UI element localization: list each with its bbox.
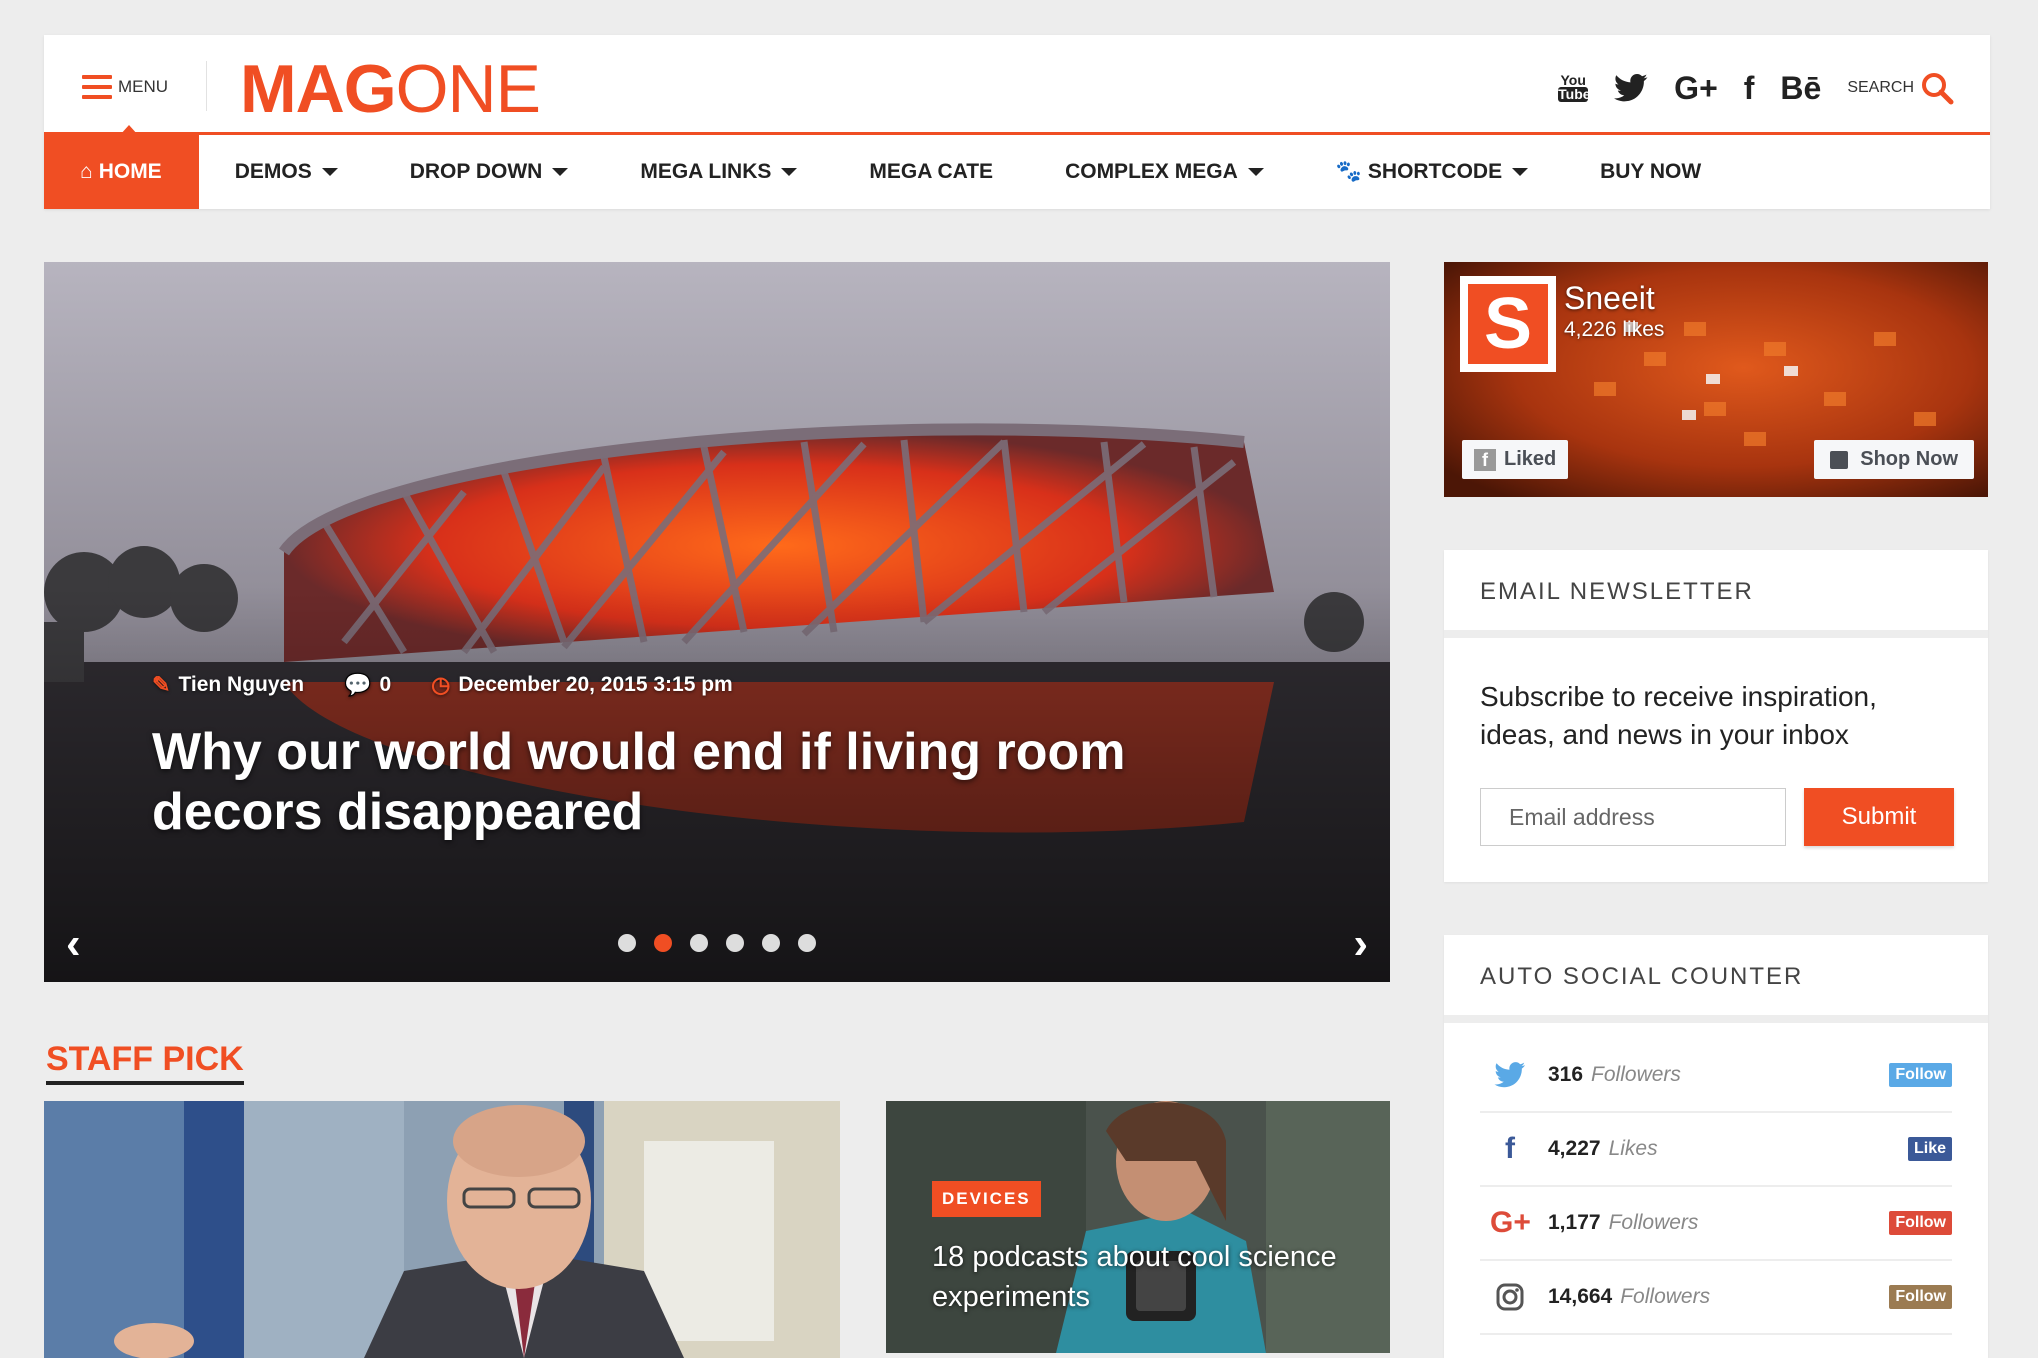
social-counter-row-instagram: 14,664 Followers Follow — [1480, 1261, 1952, 1335]
follower-count: 14,664 — [1548, 1285, 1613, 1308]
edit-icon: ✎ — [152, 672, 171, 697]
slider-dot-active[interactable] — [654, 934, 672, 952]
like-unit: Likes — [1608, 1137, 1658, 1160]
nav-item-complex-mega[interactable]: COMPLEX MEGA — [1029, 135, 1300, 209]
slider-dot[interactable] — [798, 934, 816, 952]
social-counter-row-twitter: 316 Followers Follow — [1480, 1039, 1952, 1113]
caret-down-icon — [781, 168, 798, 176]
page-name[interactable]: Sneeit — [1564, 280, 1655, 317]
liked-button[interactable]: f Liked — [1462, 440, 1569, 479]
slider-dot[interactable] — [690, 934, 708, 952]
behance-icon[interactable]: Bē — [1780, 72, 1821, 104]
email-input[interactable] — [1480, 788, 1786, 846]
follower-unit: Followers — [1591, 1063, 1681, 1086]
page-logo[interactable]: S — [1460, 276, 1556, 372]
newsletter-text: Subscribe to receive inspiration, ideas,… — [1480, 681, 1877, 750]
newsletter-widget: EMAIL NEWSLETTER Subscribe to receive in… — [1444, 550, 1988, 882]
staff-pick-card-devices[interactable]: DEVICES 18 podcasts about cool science e… — [886, 1101, 1390, 1353]
follower-count: 316 — [1548, 1063, 1584, 1086]
nav-item-shortcode[interactable]: 🐾 SHORTCODE — [1300, 135, 1564, 209]
menu-toggle-button[interactable]: MENU — [82, 75, 168, 99]
social-counter-row-google-plus: G+ 1,177 Followers Follow — [1480, 1187, 1952, 1261]
follower-unit: Followers — [1620, 1285, 1711, 1308]
card-title[interactable]: 18 podcasts about cool science experimen… — [932, 1237, 1352, 1317]
nav-item-demos[interactable]: DEMOS — [199, 135, 374, 209]
facebook-icon[interactable]: f — [1744, 72, 1755, 104]
post-meta: ✎ Tien Nguyen 💬 0 ◷ December 20, 2015 3:15 … — [152, 672, 733, 698]
staff-pick-card[interactable] — [44, 1101, 840, 1358]
social-links: You Tube G+ f Bē SEARCH — [1558, 71, 1954, 105]
slider-next-button[interactable]: › — [1353, 922, 1368, 966]
site-logo[interactable]: MAGONE — [240, 55, 541, 123]
featured-slider[interactable]: ✎ Tien Nguyen 💬 0 ◷ December 20, 2015 3:15 … — [44, 262, 1390, 982]
hero-title[interactable]: Why our world would end if living room d… — [152, 722, 1302, 842]
nav-item-mega-links[interactable]: MEGA LINKS — [604, 135, 833, 209]
youtube-icon[interactable]: You Tube — [1558, 73, 1591, 102]
slider-dots — [618, 934, 816, 952]
top-bar: MENU MAGONE You Tube G+ f Bē SEARCH — [44, 35, 1990, 135]
shopping-bag-icon — [1830, 450, 1849, 469]
follow-button[interactable]: Follow — [1889, 1285, 1952, 1309]
instagram-icon[interactable] — [1490, 1282, 1530, 1312]
comments-meta[interactable]: 💬 0 — [344, 672, 391, 698]
caret-down-icon — [552, 168, 569, 176]
caret-down-icon — [321, 168, 338, 176]
slider-dot[interactable] — [618, 934, 636, 952]
google-plus-icon[interactable]: G+ — [1674, 72, 1718, 104]
like-count: 4,227 — [1548, 1137, 1601, 1160]
twitter-icon[interactable] — [1614, 73, 1648, 103]
page-likes: 4,226 likes — [1564, 318, 1665, 341]
widget-title: AUTO SOCIAL COUNTER — [1444, 935, 1988, 1023]
nav-item-home[interactable]: ⌂ HOME — [44, 135, 199, 209]
stadium-image — [44, 262, 1390, 982]
submit-button[interactable]: Submit — [1804, 788, 1954, 846]
businessman-image — [44, 1101, 840, 1358]
main-nav: ⌂ HOME DEMOS DROP DOWN MEGA LINKS MEGA CA… — [44, 135, 1990, 209]
shop-now-button[interactable]: Shop Now — [1814, 440, 1974, 479]
social-counter-widget: AUTO SOCIAL COUNTER 316 Followers Follow… — [1444, 935, 1988, 1358]
comment-icon: 💬 — [344, 672, 372, 697]
follow-button[interactable]: Follow — [1889, 1211, 1952, 1235]
nav-item-buy-now[interactable]: BUY NOW — [1564, 135, 1737, 209]
caret-down-icon — [1247, 168, 1264, 176]
facebook-icon[interactable]: f — [1490, 1132, 1530, 1166]
paw-icon: 🐾 — [1335, 160, 1362, 183]
caret-down-icon — [1512, 168, 1529, 176]
search-icon — [1922, 73, 1954, 105]
menu-label: MENU — [118, 77, 169, 96]
home-icon: ⌂ — [80, 160, 93, 183]
twitter-icon[interactable] — [1490, 1062, 1530, 1088]
widget-title: EMAIL NEWSLETTER — [1444, 550, 1988, 638]
slider-dot[interactable] — [762, 934, 780, 952]
hamburger-icon — [82, 75, 112, 99]
nav-item-mega-cate[interactable]: MEGA CATE — [833, 135, 1029, 209]
like-button[interactable]: Like — [1907, 1137, 1952, 1161]
divider — [206, 61, 207, 111]
nav-item-drop-down[interactable]: DROP DOWN — [374, 135, 605, 209]
search-button[interactable]: SEARCH — [1847, 71, 1954, 105]
author-meta[interactable]: ✎ Tien Nguyen — [152, 672, 304, 698]
search-label: SEARCH — [1847, 79, 1914, 96]
facebook-icon: f — [1474, 448, 1496, 471]
google-plus-icon[interactable]: G+ — [1490, 1206, 1531, 1240]
slider-prev-button[interactable]: ‹ — [66, 922, 81, 966]
facebook-page-widget[interactable]: S Sneeit 4,226 likes f Liked Shop Now — [1444, 262, 1988, 497]
follow-button[interactable]: Follow — [1889, 1063, 1952, 1087]
social-counter-row-facebook: f 4,227 Likes Like — [1480, 1113, 1952, 1187]
clock-icon: ◷ — [431, 672, 451, 697]
follower-count: 1,177 — [1548, 1211, 1601, 1234]
site-header: MENU MAGONE You Tube G+ f Bē SEARCH ⌂ HOME… — [44, 35, 1990, 209]
follower-unit: Followers — [1608, 1211, 1699, 1234]
date-meta: ◷ December 20, 2015 3:15 pm — [431, 672, 733, 697]
section-title: STAFF PICK — [46, 1040, 244, 1085]
category-badge[interactable]: DEVICES — [932, 1181, 1041, 1217]
menu-caret-icon — [120, 125, 138, 135]
slider-dot[interactable] — [726, 934, 744, 952]
